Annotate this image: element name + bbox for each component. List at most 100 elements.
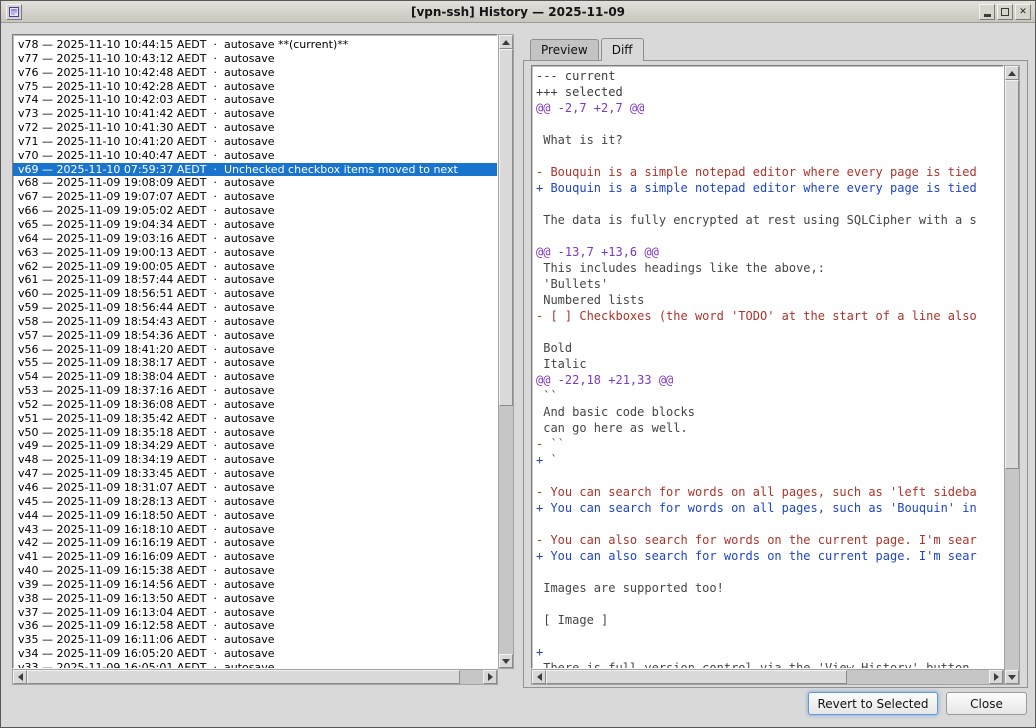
history-item[interactable]: v63 — 2025-11-09 19:00:13 AEDT · autosav… — [15, 246, 497, 260]
history-scroll-down-button[interactable] — [499, 654, 513, 668]
arrow-left-icon — [18, 673, 23, 681]
minimize-button[interactable] — [979, 4, 995, 20]
close-dialog-button[interactable]: Close — [946, 692, 1027, 715]
arrow-up-icon — [1008, 71, 1016, 76]
history-item[interactable]: v57 — 2025-11-09 18:54:36 AEDT · autosav… — [15, 329, 497, 343]
diff-scroll-left-button[interactable] — [532, 670, 546, 684]
history-item[interactable]: v70 — 2025-11-10 10:40:47 AEDT · autosav… — [15, 149, 497, 163]
diff-scroll-right-button[interactable] — [989, 670, 1003, 684]
history-scroll-left-button[interactable] — [13, 670, 27, 684]
diff-line-del: - You can also search for words on the c… — [536, 532, 1003, 548]
tab-diff[interactable]: Diff — [601, 38, 644, 61]
diff-line-context — [536, 228, 1003, 244]
history-item[interactable]: v53 — 2025-11-09 18:37:16 AEDT · autosav… — [15, 384, 497, 398]
diff-vscroll-track[interactable] — [1005, 80, 1019, 670]
history-item[interactable]: v45 — 2025-11-09 18:28:13 AEDT · autosav… — [15, 495, 497, 509]
history-scroll-right-button[interactable] — [483, 670, 497, 684]
history-item[interactable]: v50 — 2025-11-09 18:35:18 AEDT · autosav… — [15, 426, 497, 440]
history-item[interactable]: v68 — 2025-11-09 19:08:09 AEDT · autosav… — [15, 176, 497, 190]
history-item[interactable]: v54 — 2025-11-09 18:38:04 AEDT · autosav… — [15, 370, 497, 384]
diff-line-context — [536, 196, 1003, 212]
history-item[interactable]: v39 — 2025-11-09 16:14:56 AEDT · autosav… — [15, 578, 497, 592]
diff-line-context: And basic code blocks — [536, 404, 1003, 420]
history-item[interactable]: v67 — 2025-11-09 19:07:07 AEDT · autosav… — [15, 190, 497, 204]
history-item[interactable]: v51 — 2025-11-09 18:35:42 AEDT · autosav… — [15, 412, 497, 426]
history-item[interactable]: v75 — 2025-11-10 10:42:28 AEDT · autosav… — [15, 80, 497, 94]
history-item[interactable]: v44 — 2025-11-09 16:18:50 AEDT · autosav… — [15, 509, 497, 523]
history-item[interactable]: v65 — 2025-11-09 19:04:34 AEDT · autosav… — [15, 218, 497, 232]
history-item[interactable]: v49 — 2025-11-09 18:34:29 AEDT · autosav… — [15, 439, 497, 453]
diff-line-context — [536, 148, 1003, 164]
history-item[interactable]: v59 — 2025-11-09 18:56:44 AEDT · autosav… — [15, 301, 497, 315]
diff-vscroll-thumb[interactable] — [1005, 80, 1019, 469]
history-item[interactable]: v40 — 2025-11-09 16:15:38 AEDT · autosav… — [15, 564, 497, 578]
history-item[interactable]: v60 — 2025-11-09 18:56:51 AEDT · autosav… — [15, 287, 497, 301]
titlebar[interactable]: [vpn-ssh] History — 2025-11-09 ✕ — [1, 1, 1035, 23]
diff-line-hunk: @@ -2,7 +2,7 @@ — [536, 100, 1003, 116]
arrow-down-icon — [1008, 675, 1016, 680]
revert-to-selected-button[interactable]: Revert to Selected — [808, 692, 938, 715]
diff-line-context: Italic — [536, 356, 1003, 372]
diff-scroll-up-button[interactable] — [1005, 66, 1019, 80]
diff-line-context: What is it? — [536, 132, 1003, 148]
diff-scrollbar-vertical[interactable] — [1004, 65, 1020, 685]
history-item[interactable]: v76 — 2025-11-10 10:42:48 AEDT · autosav… — [15, 66, 497, 80]
history-item[interactable]: v56 — 2025-11-09 18:41:20 AEDT · autosav… — [15, 343, 497, 357]
diff-scroll-down-button[interactable] — [1005, 670, 1019, 684]
history-scroll-up-button[interactable] — [499, 35, 513, 49]
history-item[interactable]: v55 — 2025-11-09 18:38:17 AEDT · autosav… — [15, 356, 497, 370]
diff-hscroll-track[interactable] — [546, 670, 989, 684]
history-item[interactable]: v34 — 2025-11-09 16:05:20 AEDT · autosav… — [15, 647, 497, 661]
diff-content[interactable]: --- current+++ selected@@ -2,7 +2,7 @@ W… — [531, 65, 1004, 669]
history-item[interactable]: v35 — 2025-11-09 16:11:06 AEDT · autosav… — [15, 633, 497, 647]
maximize-button[interactable] — [997, 4, 1013, 20]
window-title: [vpn-ssh] History — 2025-11-09 — [1, 1, 1035, 23]
history-item[interactable]: v61 — 2025-11-09 18:57:44 AEDT · autosav… — [15, 273, 497, 287]
diff-line-del: - You can search for words on all pages,… — [536, 484, 1003, 500]
history-item[interactable]: v74 — 2025-11-10 10:42:03 AEDT · autosav… — [15, 93, 497, 107]
history-item[interactable]: v78 — 2025-11-10 10:44:15 AEDT · autosav… — [15, 38, 497, 52]
history-item[interactable]: v64 — 2025-11-09 19:03:16 AEDT · autosav… — [15, 232, 497, 246]
history-item[interactable]: v42 — 2025-11-09 16:16:19 AEDT · autosav… — [15, 536, 497, 550]
history-item[interactable]: v52 — 2025-11-09 18:36:08 AEDT · autosav… — [15, 398, 497, 412]
history-item[interactable]: v38 — 2025-11-09 16:13:50 AEDT · autosav… — [15, 592, 497, 606]
diff-line-context: [ Image ] — [536, 612, 1003, 628]
history-item[interactable]: v62 — 2025-11-09 19:00:05 AEDT · autosav… — [15, 260, 497, 274]
history-hscroll-track[interactable] — [27, 670, 483, 684]
diff-scrollbar-horizontal[interactable] — [531, 669, 1004, 685]
history-vscroll-track[interactable] — [499, 49, 513, 654]
diff-line-context — [536, 324, 1003, 340]
diff-line-file-header: --- current — [536, 68, 1003, 84]
history-hscroll-thumb[interactable] — [27, 670, 460, 684]
history-item[interactable]: v72 — 2025-11-10 10:41:30 AEDT · autosav… — [15, 121, 497, 135]
history-list[interactable]: v78 — 2025-11-10 10:44:15 AEDT · autosav… — [12, 34, 498, 669]
history-item[interactable]: v41 — 2025-11-09 16:16:09 AEDT · autosav… — [15, 550, 497, 564]
history-scrollbar-horizontal[interactable] — [12, 669, 498, 685]
history-scrollbar-vertical[interactable] — [498, 34, 514, 669]
history-vscroll-thumb[interactable] — [499, 49, 513, 406]
diff-line-context: can go here as well. — [536, 420, 1003, 436]
tab-preview[interactable]: Preview — [530, 39, 599, 60]
history-item[interactable]: v33 — 2025-11-09 16:05:01 AEDT · autosav… — [15, 661, 497, 669]
history-item[interactable]: v48 — 2025-11-09 18:34:19 AEDT · autosav… — [15, 453, 497, 467]
history-item[interactable]: v71 — 2025-11-10 10:41:20 AEDT · autosav… — [15, 135, 497, 149]
history-item[interactable]: v77 — 2025-11-10 10:43:12 AEDT · autosav… — [15, 52, 497, 66]
diff-line-context — [536, 116, 1003, 132]
arrow-left-icon — [537, 673, 542, 681]
minimize-icon — [984, 14, 991, 17]
history-item[interactable]: v36 — 2025-11-09 16:12:58 AEDT · autosav… — [15, 619, 497, 633]
history-item[interactable]: v58 — 2025-11-09 18:54:43 AEDT · autosav… — [15, 315, 497, 329]
history-item[interactable]: v43 — 2025-11-09 16:18:10 AEDT · autosav… — [15, 523, 497, 537]
history-item[interactable]: v66 — 2025-11-09 19:05:02 AEDT · autosav… — [15, 204, 497, 218]
close-window-button[interactable]: ✕ — [1015, 4, 1031, 20]
diff-hscroll-thumb[interactable] — [546, 670, 847, 684]
history-item[interactable]: v73 — 2025-11-10 10:41:42 AEDT · autosav… — [15, 107, 497, 121]
diff-line-del: - Bouquin is a simple notepad editor whe… — [536, 164, 1003, 180]
history-item-selected[interactable]: v69 — 2025-11-10 07:59:37 AEDT · Uncheck… — [13, 163, 497, 177]
history-item[interactable]: v37 — 2025-11-09 16:13:04 AEDT · autosav… — [15, 606, 497, 620]
diff-line-context: Images are supported too! — [536, 580, 1003, 596]
history-item[interactable]: v47 — 2025-11-09 18:33:45 AEDT · autosav… — [15, 467, 497, 481]
arrow-right-icon — [994, 673, 999, 681]
history-item[interactable]: v46 — 2025-11-09 18:31:07 AEDT · autosav… — [15, 481, 497, 495]
arrow-right-icon — [488, 673, 493, 681]
